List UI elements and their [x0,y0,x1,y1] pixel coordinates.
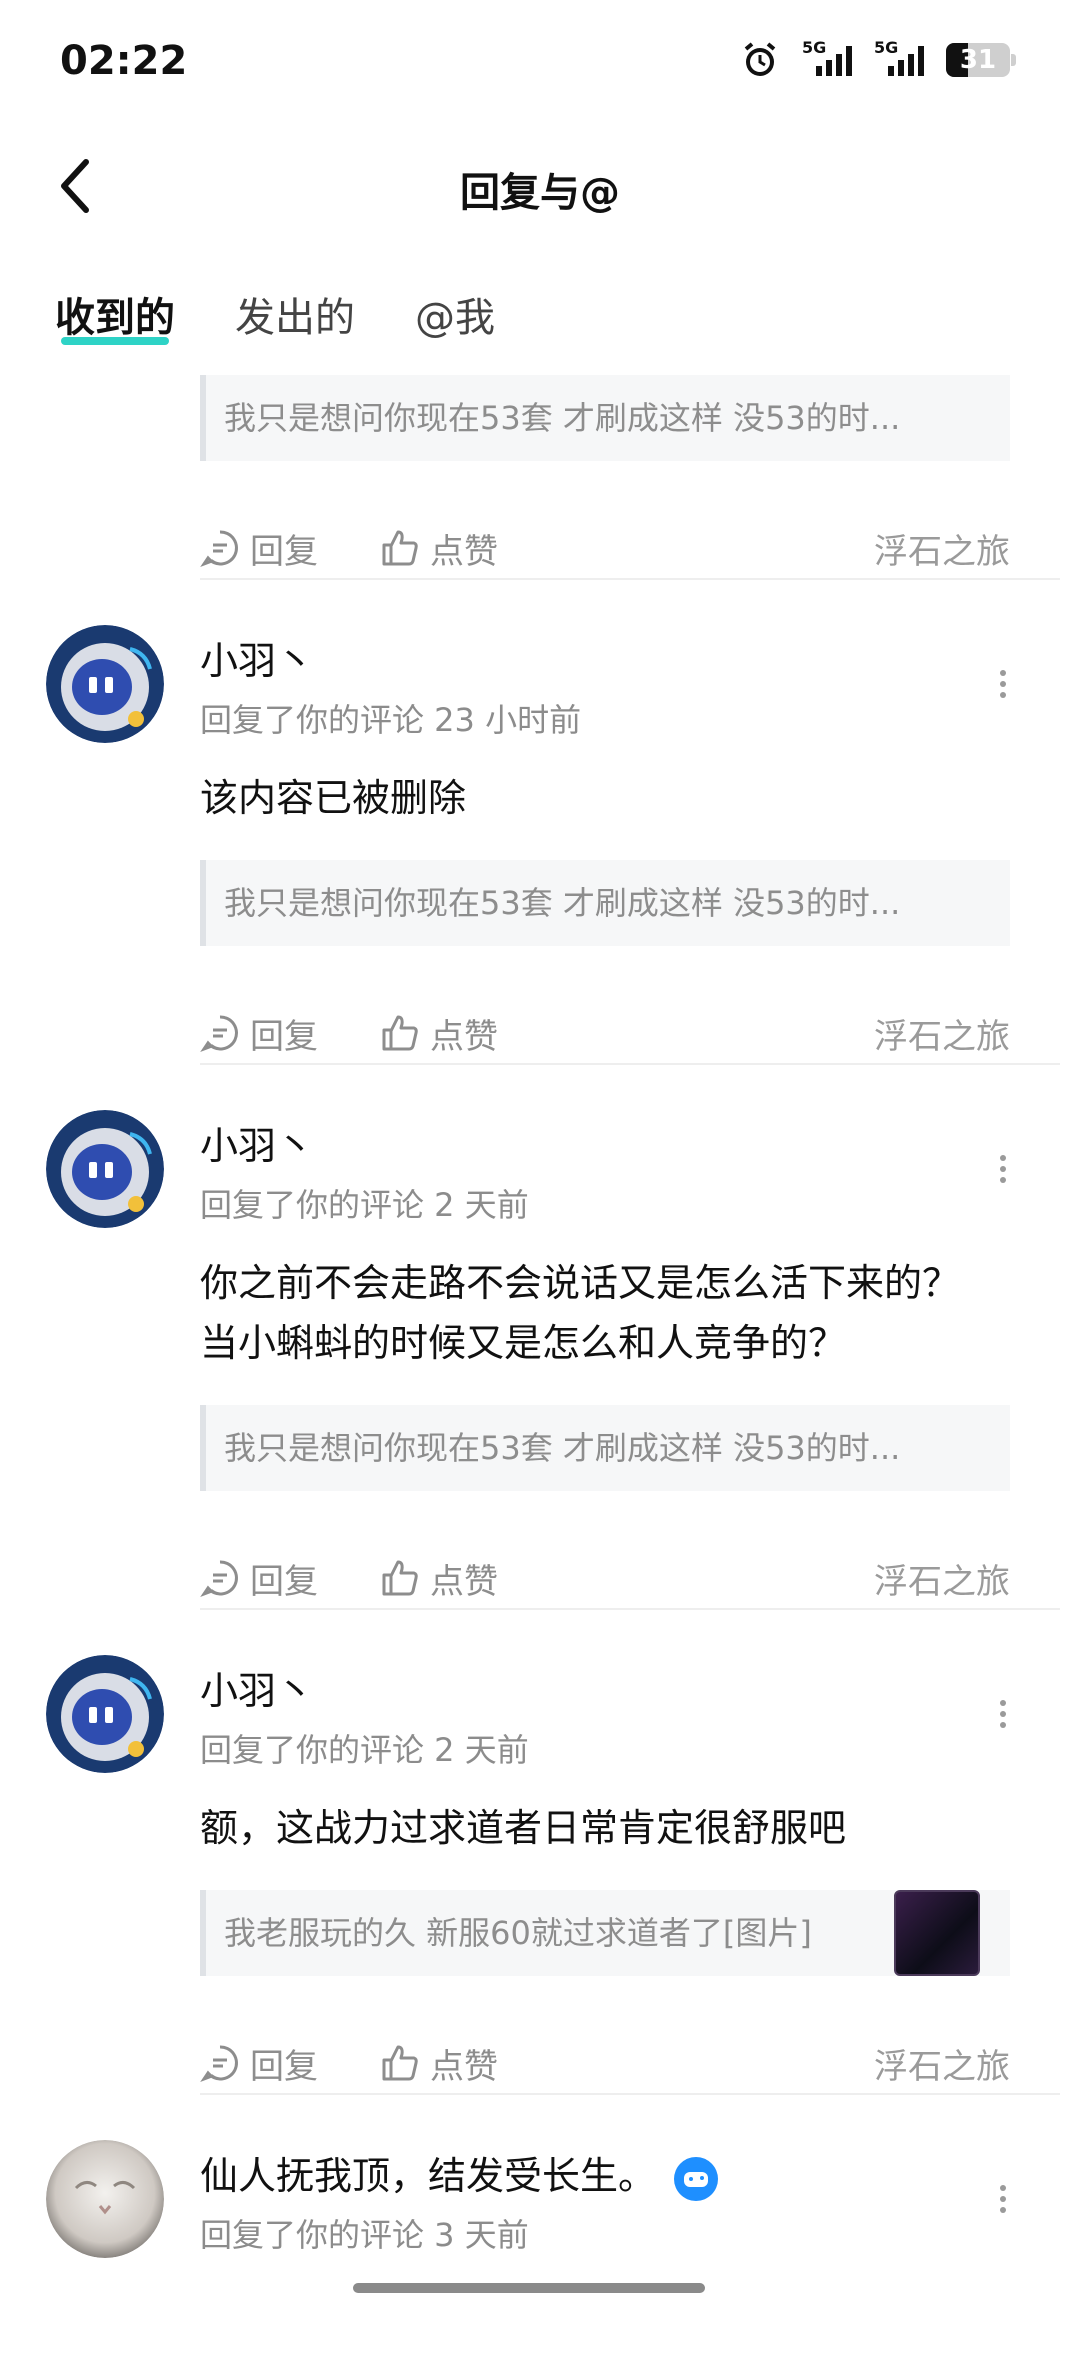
reply-meta: 回复了你的评论 2 天前 [200,1186,529,1224]
more-options-icon[interactable] [998,1695,1008,1735]
like-button[interactable]: 点赞 [380,1554,498,1603]
reply-button[interactable]: 回复 [200,1009,318,1058]
reply-button[interactable]: 回复 [200,524,318,573]
list-item: 我只是想问你现在53套 才刷成这样 没53的时... 回复 点赞 浮石之旅 [0,375,1080,580]
source-link[interactable]: 浮石之旅 [874,1009,1010,1058]
home-indicator[interactable] [353,2283,705,2293]
divider [200,2093,1060,2095]
quoted-comment[interactable]: 我只是想问你现在53套 才刷成这样 没53的时... [200,375,1010,461]
user-name[interactable]: 仙人抚我顶，结发受长生。 [200,2145,719,2201]
list-item: 小羽丶 回复了你的评论 2 天前 额，这战力过求道者日常肯定很舒服吧 我老服玩的… [0,1650,1080,2095]
reply-icon [200,530,238,568]
header: 回复与@ [0,130,1080,240]
thumbs-up-icon [382,1560,418,1596]
thumbs-up-icon [382,2045,418,2081]
more-options-icon[interactable] [998,1150,1008,1190]
avatar[interactable] [46,625,164,743]
reply-button[interactable]: 回复 [200,1554,318,1603]
status-time: 02:22 [60,38,188,84]
source-link[interactable]: 浮石之旅 [874,2039,1010,2088]
signal-icon-2: 5G [874,38,924,78]
action-row: 回复 点赞 浮石之旅 [200,1548,1010,1608]
avatar[interactable] [46,1655,164,1773]
user-name[interactable]: 小羽丶 [200,1115,314,1170]
like-button[interactable]: 点赞 [380,2039,498,2088]
comment-content[interactable]: 该内容已被删除 [200,768,990,828]
status-icons: 5G 5G 31 [740,38,1016,80]
more-options-icon[interactable] [998,665,1008,705]
more-options-icon[interactable] [998,2180,1008,2220]
reply-meta: 回复了你的评论 2 天前 [200,1731,529,1769]
quoted-comment[interactable]: 我只是想问你现在53套 才刷成这样 没53的时... [200,860,1010,946]
game-badge-icon [674,2156,719,2201]
alarm-icon [744,42,776,76]
tab-bar: 收到的 发出的 @我 [55,285,495,345]
like-label: 点赞 [430,2046,498,2087]
reply-label: 回复 [250,531,318,572]
reply-label: 回复 [250,2046,318,2087]
battery-level: 31 [959,45,997,75]
quoted-comment-text: 我老服玩的久 新服60就过求道者了[图片] [224,1914,812,1952]
reply-meta: 回复了你的评论 3 天前 [200,2216,529,2254]
thumbs-up-icon [382,1015,418,1051]
source-link[interactable]: 浮石之旅 [874,524,1010,573]
action-row: 回复 点赞 浮石之旅 [200,518,1010,578]
battery-icon: 31 [946,43,1016,77]
like-button[interactable]: 点赞 [380,524,498,573]
like-label: 点赞 [430,1016,498,1057]
reply-label: 回复 [250,1561,318,1602]
divider [200,1063,1060,1065]
reply-icon [200,1015,238,1053]
divider [200,578,1060,580]
reply-label: 回复 [250,1016,318,1057]
page-title: 回复与@ [460,170,620,216]
user-name-text: 仙人抚我顶，结发受长生。 [200,2154,657,2198]
reply-icon [200,1560,238,1598]
status-bar: 02:22 5G 5G 31 [0,0,1080,120]
like-label: 点赞 [430,1561,498,1602]
comment-content[interactable]: 你之前不会走路不会说话又是怎么活下来的？当小蝌蚪的时候又是怎么和人竞争的？ [200,1253,990,1373]
user-name[interactable]: 小羽丶 [200,1660,314,1715]
like-label: 点赞 [430,531,498,572]
divider [200,1608,1060,1610]
avatar[interactable] [46,2140,164,2258]
avatar[interactable] [46,1110,164,1228]
image-thumbnail[interactable] [894,1890,980,1976]
reply-button[interactable]: 回复 [200,2039,318,2088]
user-name[interactable]: 小羽丶 [200,630,314,685]
list-item: 小羽丶 回复了你的评论 2 天前 你之前不会走路不会说话又是怎么活下来的？当小蝌… [0,1105,1080,1610]
like-button[interactable]: 点赞 [380,1009,498,1058]
thumbs-up-icon [382,530,418,566]
action-row: 回复 点赞 浮石之旅 [200,1003,1010,1063]
reply-icon [200,2045,238,2083]
comment-content[interactable]: 额，这战力过求道者日常肯定很舒服吧 [200,1798,990,1858]
source-link[interactable]: 浮石之旅 [874,1554,1010,1603]
list-item: 仙人抚我顶，结发受长生。 回复了你的评论 3 天前 [0,2135,1080,2295]
list-item: 小羽丶 回复了你的评论 23 小时前 该内容已被删除 我只是想问你现在53套 才… [0,620,1080,1065]
tab-sent[interactable]: 发出的 [235,285,355,343]
quoted-comment[interactable]: 我只是想问你现在53套 才刷成这样 没53的时... [200,1405,1010,1491]
tab-mentions[interactable]: @我 [415,285,495,343]
quoted-comment[interactable]: 我老服玩的久 新服60就过求道者了[图片] [200,1890,1010,1976]
action-row: 回复 点赞 浮石之旅 [200,2033,1010,2093]
tab-received[interactable]: 收到的 [55,285,175,345]
reply-meta: 回复了你的评论 23 小时前 [200,701,582,739]
signal-icon-1: 5G [802,38,852,78]
